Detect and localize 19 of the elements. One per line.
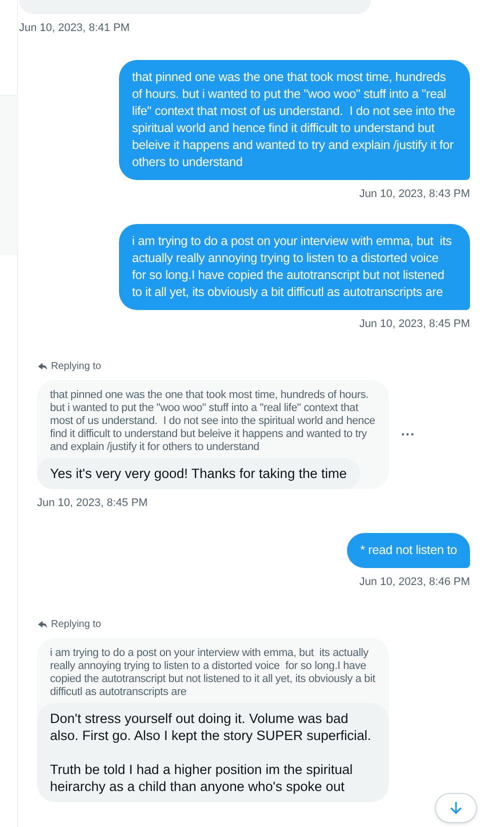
more-button[interactable]: ···	[401, 424, 415, 444]
quoted-message-text: i am trying to do a post on your interview with emma, but its actually really annoying trying to listen to a distorted voice for so long.I have copied the autotranscript but not listened to it all yet, its obviously a bit difficutl as autotranscripts are	[49, 646, 376, 700]
timestamp: Jun 10, 2023, 8:45 PM	[37, 496, 149, 510]
timestamp: Jun 10, 2023, 8:43 PM	[359, 186, 470, 202]
reply-arrow-icon	[38, 362, 47, 370]
timestamp: Jun 10, 2023, 8:41 PM	[19, 21, 131, 36]
message-text: Don't stress yourself out doing it. Volume was bad also. First go. Also I kept the story SUPER superficial. Truth be told I had a higher position im the spiritual heirarchy as a child than anyone who's spoke out	[37, 702, 389, 802]
quoted-message-text: that pinned one was the one that took most time, hundreds of hours. but i wanted to put the "woo woo" stuff into a "real life" context that most of us understand. I do not see into the spiritual world and hence find it difficult to understand but beleive it happens and wanted to try and explain /justify it for others to understand	[49, 388, 376, 454]
down-arrow-icon	[450, 801, 462, 815]
message-text: i am trying to do a post on your interview with emma, but its actually really annoying trying to listen to a distorted voice for so long.I have copied the autotranscript but not listened to it all yet, its obviously a bit difficutl as autotranscripts are	[119, 224, 470, 310]
replying-to-label: Replying to	[51, 618, 102, 632]
timestamp: Jun 10, 2023, 8:45 PM	[359, 317, 470, 332]
timestamp: Jun 10, 2023, 8:46 PM	[359, 575, 470, 590]
scroll-down-button[interactable]	[435, 793, 477, 823]
replying-to-label: Replying to	[51, 360, 102, 374]
message-text: * read not listen to	[347, 533, 470, 568]
reply-arrow-icon	[38, 620, 47, 628]
message-text: that pinned one was the one that took most time, hundreds of hours. but i wanted to put the "woo woo" stuff into a "real life" context that most of us understand. I do not see into the spiritual world and hence find it difficult to understand but beleive it happens and wanted to try and explain /justify it for others to understand	[119, 60, 470, 180]
message-text: Yes it's very very good! Thanks for taking the time	[37, 458, 360, 488]
